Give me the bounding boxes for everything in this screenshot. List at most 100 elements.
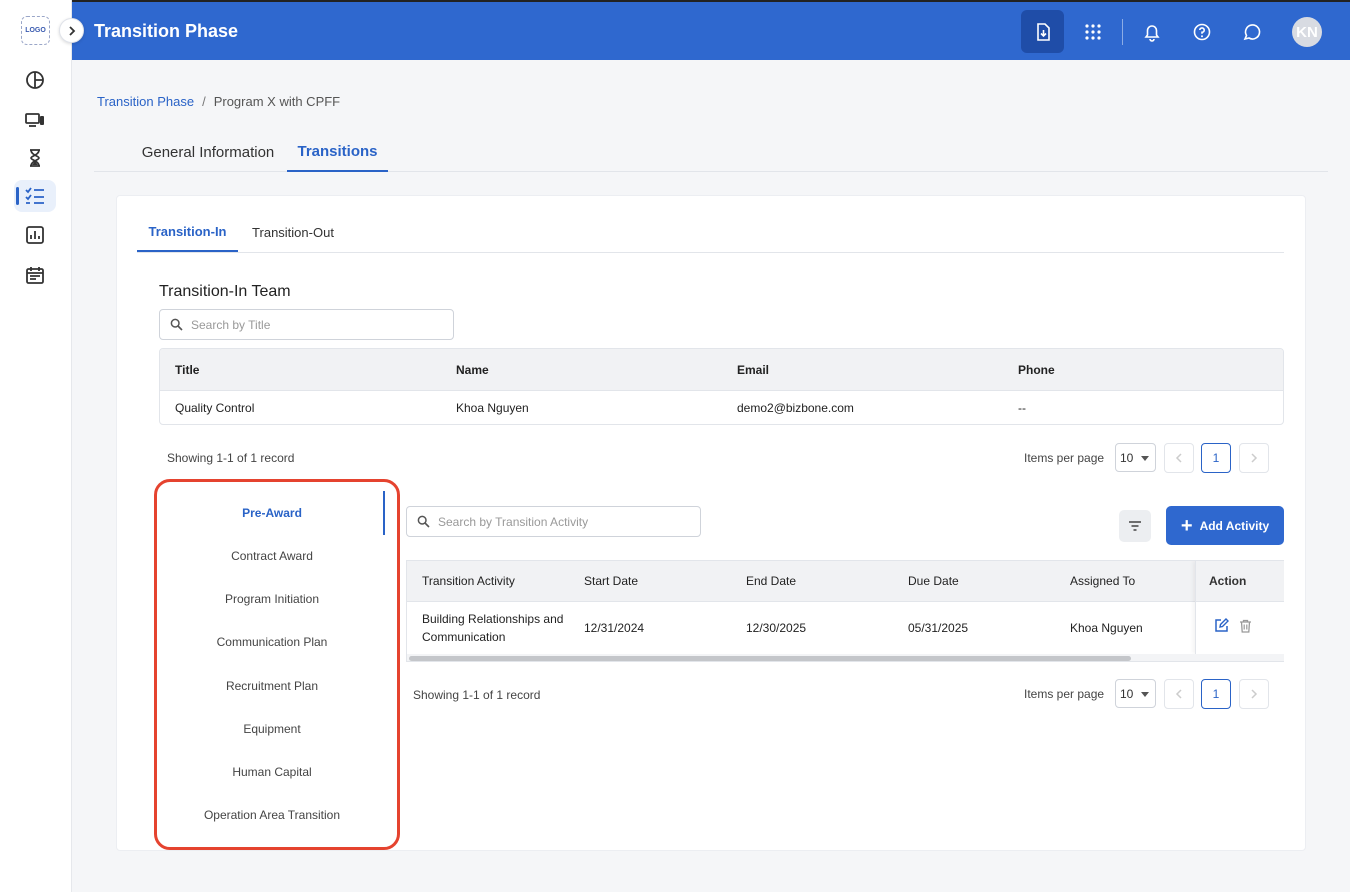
delete-button[interactable] <box>1239 619 1252 638</box>
activity-record-count: Showing 1-1 of 1 record <box>413 688 541 702</box>
apps-grid-icon <box>1085 24 1101 40</box>
team-items-per-page-select[interactable]: 10 <box>1115 443 1156 472</box>
chat-bubble-icon <box>1243 24 1261 41</box>
apps-button[interactable] <box>1073 12 1113 52</box>
sidebar-item-reports[interactable] <box>14 219 56 251</box>
horizontal-scrollbar[interactable] <box>407 654 1284 661</box>
column-header-name: Name <box>456 362 489 377</box>
trash-icon <box>1240 619 1251 633</box>
phase-pre-award[interactable]: Pre-Award <box>160 503 384 523</box>
sub-tabs: Transition-In Transition-Out <box>137 212 1284 253</box>
phase-program-initiation[interactable]: Program Initiation <box>160 589 384 609</box>
activity-items-per-page-label: Items per page <box>1024 687 1105 701</box>
action-column: Action <box>1195 561 1284 654</box>
header-divider <box>1122 19 1123 45</box>
team-items-per-page-label: Items per page <box>1024 451 1105 465</box>
user-avatar[interactable]: KN <box>1292 17 1322 47</box>
download-file-icon <box>1036 22 1050 41</box>
sidebar-item-timeline[interactable] <box>14 142 56 174</box>
team-next-page-button[interactable] <box>1239 443 1269 473</box>
add-activity-label: Add Activity <box>1199 518 1270 533</box>
tab-transitions[interactable]: Transitions <box>287 132 388 172</box>
column-header-title: Title <box>175 362 200 377</box>
download-button[interactable] <box>1021 10 1064 53</box>
column-header-action: Action <box>1196 561 1284 602</box>
phase-human-capital[interactable]: Human Capital <box>160 762 384 782</box>
activity-page-number[interactable]: 1 <box>1201 679 1231 709</box>
main-tabs: General Information Transitions <box>94 132 1328 172</box>
phase-communication-plan[interactable]: Communication Plan <box>160 632 384 652</box>
cell-due-date: 05/31/2025 <box>908 621 969 635</box>
column-header-email: Email <box>737 362 770 377</box>
activity-prev-page-button[interactable] <box>1164 679 1194 709</box>
cell-name: Khoa Nguyen <box>456 401 529 415</box>
chat-button[interactable] <box>1232 12 1272 52</box>
filter-button[interactable] <box>1119 510 1151 542</box>
tab-transition-out[interactable]: Transition-Out <box>241 212 345 252</box>
help-icon <box>1193 23 1211 41</box>
activity-search-input[interactable] <box>438 514 679 529</box>
tab-general-information[interactable]: General Information <box>130 132 286 172</box>
sidebar: LOGO <box>0 0 72 892</box>
chevron-right-icon <box>1251 453 1258 463</box>
edit-icon <box>1215 618 1229 632</box>
bell-icon <box>1144 25 1160 42</box>
row-actions <box>1196 602 1284 654</box>
activity-items-per-page-select[interactable]: 10 <box>1115 679 1156 708</box>
phase-recruitment-plan[interactable]: Recruitment Plan <box>160 676 384 696</box>
add-activity-button[interactable]: + Add Activity <box>1166 506 1284 545</box>
calendar-icon <box>26 267 44 284</box>
sidebar-item-devices[interactable] <box>14 104 56 136</box>
report-icon <box>26 226 44 244</box>
logo: LOGO <box>21 16 50 45</box>
caret-down-icon <box>1141 456 1149 461</box>
team-search-input[interactable] <box>191 317 432 332</box>
column-header-phone: Phone <box>1018 362 1055 377</box>
cell-title: Quality Control <box>175 401 255 415</box>
cell-assigned-to: Khoa Nguyen <box>1070 621 1143 635</box>
help-button[interactable] <box>1182 12 1222 52</box>
activity-table-header: Transition Activity Start Date End Date … <box>407 561 1284 602</box>
team-page-number[interactable]: 1 <box>1201 443 1231 473</box>
notifications-button[interactable] <box>1132 12 1172 52</box>
sidebar-item-dashboard[interactable] <box>14 64 56 96</box>
phase-operation-area-transition[interactable]: Operation Area Transition <box>160 805 384 825</box>
checklist-icon <box>25 187 44 204</box>
sidebar-expand-button[interactable] <box>59 18 84 43</box>
tab-transition-in[interactable]: Transition-In <box>137 212 238 252</box>
column-header-assigned-to: Assigned To <box>1070 574 1136 588</box>
filter-icon <box>1129 521 1141 531</box>
team-table: Title Name Email Phone Quality Control K… <box>159 348 1284 425</box>
edit-button[interactable] <box>1214 618 1229 638</box>
chevron-left-icon <box>1175 453 1182 463</box>
phase-equipment[interactable]: Equipment <box>160 719 384 739</box>
team-prev-page-button[interactable] <box>1164 443 1194 473</box>
team-record-count: Showing 1-1 of 1 record <box>167 451 295 465</box>
activity-items-per-page-value: 10 <box>1120 686 1134 701</box>
activity-search-box[interactable] <box>406 506 701 537</box>
plus-icon: + <box>1180 514 1193 537</box>
breadcrumb-current: Program X with CPFF <box>213 94 341 109</box>
breadcrumb-separator: / <box>202 94 206 109</box>
sidebar-item-calendar[interactable] <box>14 259 56 291</box>
scrollbar-thumb[interactable] <box>409 656 1131 661</box>
breadcrumb: Transition Phase / Program X with CPFF <box>97 94 340 109</box>
phase-nav-highlight <box>154 479 400 850</box>
pie-chart-icon <box>26 71 44 89</box>
search-icon <box>170 318 183 331</box>
cell-transition-activity: Building Relationships and Communication <box>422 612 564 644</box>
activity-next-page-button[interactable] <box>1239 679 1269 709</box>
chevron-left-icon <box>1175 689 1182 699</box>
column-header-due-date: Due Date <box>908 574 959 588</box>
sidebar-item-transitions[interactable] <box>14 180 56 212</box>
caret-down-icon <box>1141 692 1149 697</box>
devices-icon <box>25 113 44 127</box>
phase-contract-award[interactable]: Contract Award <box>160 546 384 566</box>
column-header-end-date: End Date <box>746 574 797 588</box>
top-header: Transition Phase KN <box>72 0 1350 60</box>
table-row: Building Relationships and Communication… <box>407 602 1284 654</box>
hourglass-icon <box>30 149 40 167</box>
search-icon <box>417 515 430 528</box>
breadcrumb-parent-link[interactable]: Transition Phase <box>97 94 194 109</box>
team-search-box[interactable] <box>159 309 454 340</box>
